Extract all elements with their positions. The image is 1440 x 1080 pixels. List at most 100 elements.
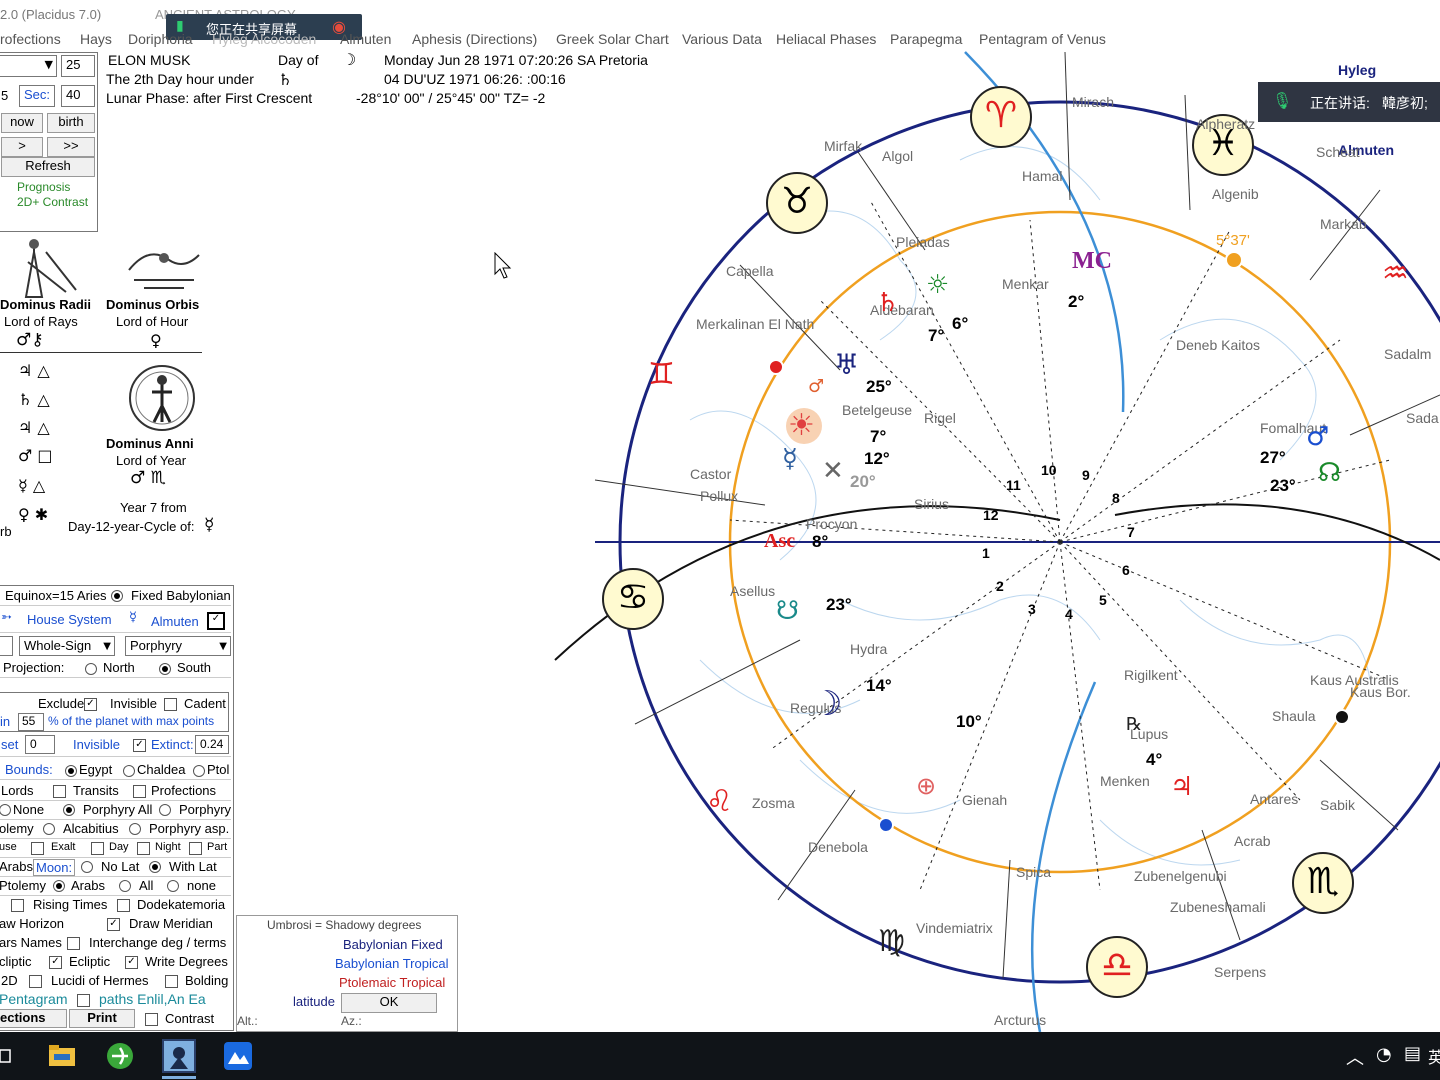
wifi-icon[interactable]: ◔: [1376, 1044, 1392, 1065]
dodekatemoria-checkbox[interactable]: [117, 899, 130, 912]
degree-label: 20°: [850, 472, 876, 491]
porphyry2-radio[interactable]: [159, 804, 171, 816]
ok-button[interactable]: OK: [341, 993, 437, 1013]
profections-checkbox[interactable]: [133, 785, 146, 798]
ecliptic-checkbox[interactable]: ✓: [49, 956, 62, 969]
star-label: Betelgeuse: [842, 402, 913, 418]
menu-hays[interactable]: Hays: [80, 31, 112, 47]
moon-in-sun-icon: ☽: [812, 684, 843, 724]
contrast-2d-option[interactable]: 2D+ Contrast: [17, 195, 88, 209]
gemini-icon: ♊: [648, 357, 675, 392]
min-percent-input[interactable]: 55: [18, 713, 44, 731]
porphyry-all-radio[interactable]: [63, 804, 75, 816]
draw-meridian-checkbox[interactable]: ✓: [107, 918, 120, 931]
ptolemaic-tropical-option[interactable]: Ptolemaic Tropical: [339, 975, 445, 990]
arabs2-label: Arabs: [71, 878, 105, 893]
aquarius-icon: ♒: [1382, 256, 1409, 291]
browser-icon[interactable]: [104, 1040, 136, 1072]
egypt-radio[interactable]: [65, 765, 77, 777]
extinct-input[interactable]: 0.24: [195, 735, 229, 754]
north-radio[interactable]: [85, 663, 97, 675]
chevron-up-icon[interactable]: ︿: [1346, 1044, 1364, 1070]
meeting-app-icon[interactable]: [222, 1040, 254, 1072]
star-label: Asellus: [730, 583, 776, 599]
house-8: 8: [1112, 490, 1120, 506]
bolding-checkbox[interactable]: [165, 975, 178, 988]
ecliptic1-label: cliptic: [0, 954, 32, 969]
day-checkbox[interactable]: [91, 842, 104, 855]
all-radio[interactable]: [119, 880, 131, 892]
babylonian-fixed-option[interactable]: Babylonian Fixed: [343, 937, 443, 952]
use-label: use: [0, 841, 17, 853]
porphyry-select[interactable]: Porphyry ▼: [125, 636, 231, 656]
extinct-checkbox[interactable]: ✓: [133, 739, 146, 752]
alcabitius-radio[interactable]: [43, 823, 55, 835]
cadent-label: Cadent: [184, 696, 226, 711]
none2-radio[interactable]: [167, 880, 179, 892]
active-indicator: [162, 1076, 196, 1079]
prev-button[interactable]: >: [1, 137, 43, 157]
chaldea-radio[interactable]: [123, 765, 135, 777]
moon-label: Moon:: [33, 859, 76, 876]
retrograde-icon: ℞: [1126, 714, 1143, 735]
degree-label: 23°: [1270, 476, 1296, 495]
notification-icon[interactable]: ▤: [1404, 1043, 1421, 1064]
menu-doriphoria[interactable]: Doriphoria: [128, 31, 193, 47]
with-lat-radio[interactable]: [149, 861, 161, 873]
speaking-indicator: 🎙 正在讲话: 韓彦初;: [1258, 82, 1440, 122]
contrast-checkbox[interactable]: [145, 1013, 158, 1026]
menu-profections[interactable]: rofections: [0, 31, 61, 47]
star-label: Hamal: [1022, 168, 1063, 184]
no-lat-radio[interactable]: [81, 861, 93, 873]
paths-checkbox[interactable]: [77, 994, 90, 1007]
cadent-checkbox[interactable]: [164, 698, 177, 711]
ptol-radio[interactable]: [193, 765, 205, 777]
south-radio[interactable]: [159, 663, 171, 675]
sections-button[interactable]: ections: [0, 1009, 67, 1028]
rising-times-checkbox[interactable]: [11, 899, 24, 912]
menu-aphesis[interactable]: Aphesis (Directions): [412, 31, 537, 47]
prognosis-option[interactable]: Prognosis: [17, 180, 70, 194]
star-label: Markab: [1320, 216, 1367, 232]
none2-label: none: [187, 878, 216, 893]
astrology-app-icon[interactable]: [162, 1039, 196, 1073]
alcabitius-label: Alcabitius: [63, 821, 119, 836]
menu-hyleg-alcocoden[interactable]: Hyleg Alcocoden: [212, 31, 316, 47]
next-button[interactable]: >>: [47, 137, 95, 157]
arabs-radio[interactable]: [53, 880, 65, 892]
almuten-checkbox[interactable]: ✓: [207, 612, 225, 630]
day-hour-line: The 2th Day hour under: [106, 71, 254, 87]
dominus-anni-title: Dominus Anni: [106, 436, 194, 451]
umbrosi-title: Umbrosi = Shadowy degrees: [267, 918, 422, 932]
exalt-checkbox[interactable]: [31, 842, 44, 855]
night-checkbox[interactable]: [137, 842, 150, 855]
lucidi-checkbox[interactable]: [29, 975, 42, 988]
part-checkbox[interactable]: [189, 842, 202, 855]
sec-label: Sec:: [19, 85, 55, 107]
transits-checkbox[interactable]: [53, 785, 66, 798]
print-button[interactable]: Print: [69, 1009, 135, 1028]
arabs-label: Arabs: [0, 859, 33, 874]
babylonian-tropical-option[interactable]: Babylonian Tropical: [335, 956, 448, 971]
invisible-checkbox[interactable]: ✓: [84, 698, 97, 711]
interchange-checkbox[interactable]: [67, 937, 80, 950]
house-10: 10: [1041, 462, 1057, 478]
sec-input[interactable]: 40: [61, 85, 95, 107]
porphyry-asp-radio[interactable]: [129, 823, 141, 835]
task-view-icon[interactable]: [0, 1040, 14, 1072]
small-select[interactable]: [0, 636, 13, 656]
unit-select[interactable]: ▼: [0, 55, 57, 77]
now-button[interactable]: now: [1, 113, 43, 133]
set-input[interactable]: 0: [25, 735, 55, 754]
none-radio[interactable]: [0, 804, 11, 816]
exclude-label: Exclude: [38, 696, 85, 711]
ime-icon[interactable]: 英: [1428, 1044, 1440, 1068]
write-degrees-checkbox[interactable]: ✓: [125, 956, 138, 969]
refresh-button[interactable]: Refresh: [1, 157, 95, 177]
menu-almuten[interactable]: Almuten: [340, 31, 391, 47]
file-explorer-icon[interactable]: [46, 1040, 78, 1072]
fixed-babylonian-radio[interactable]: [111, 590, 123, 602]
birth-button[interactable]: birth: [47, 113, 95, 133]
spin-value[interactable]: 25: [61, 55, 95, 77]
whole-sign-select[interactable]: Whole-Sign ▼: [19, 636, 115, 656]
